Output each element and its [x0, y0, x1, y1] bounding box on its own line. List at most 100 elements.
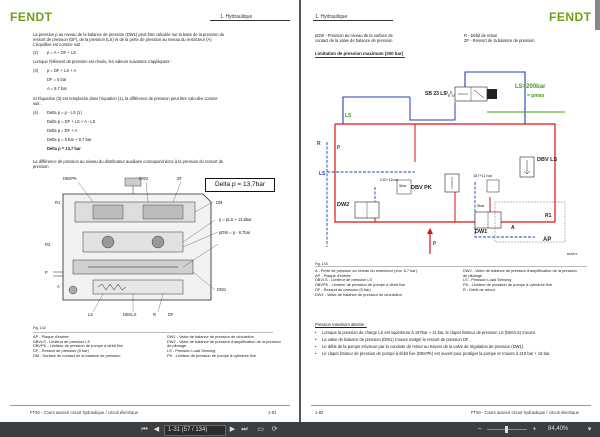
legend-left-column: AP - Plaque d'entrée DBVLS - Limiteur de… [33, 334, 158, 359]
page-number: 1-81 [268, 410, 277, 415]
valve-drawing [53, 177, 219, 313]
label-p: P [45, 270, 48, 275]
valve-section-figure: Delta p = 13,7bar DBVPK DW2 ZF R1 DM p =… [33, 172, 279, 322]
label-df: DF [168, 312, 174, 317]
label-dw2: DW2 [139, 176, 149, 181]
label-ap: AP [543, 237, 552, 243]
previous-page-button[interactable]: ◀ [152, 425, 161, 434]
drawing-reference: B18873 [567, 252, 578, 256]
paragraph-line: Si l'équation (3) est remplacée dans l'é… [33, 96, 218, 101]
zoom-in-button[interactable]: + [530, 425, 539, 434]
bullet-text: Le débit de la pompe s'évacue par la con… [322, 344, 525, 349]
max-pressure-heading: Pression maximum atteinte : [315, 322, 367, 327]
value-line: DF = 5 bar [47, 77, 67, 82]
zoom-level: 84,40% [548, 426, 569, 432]
header-rule [210, 20, 290, 21]
page-number: 1-82 [315, 410, 324, 415]
fendt-logo: FENDT [549, 10, 592, 24]
label-pdw: pDW = p - 8,7bar [219, 230, 251, 235]
heading-underline [315, 57, 405, 58]
label-sb23ls: SB 23 LS [425, 91, 447, 97]
hydraulic-schematic: SB 23 LS LS=200bar = pmax LS R P DBV LS … [315, 62, 585, 262]
label-dw2: DW2 [337, 202, 350, 208]
equation: Delta p = DF + A [47, 128, 78, 133]
equation-number: (3) [33, 68, 39, 73]
header-rule [313, 20, 393, 21]
legend-line: ZF - Ressort de la balance de pression [464, 38, 535, 43]
fendt-logo: FENDT [10, 10, 53, 24]
legend-left-column: A - Perte de pression au niveau du restr… [315, 268, 450, 297]
bullet-item: • Lorsque la pression de charge LS est su… [315, 330, 537, 335]
label-210bar: 210+11bar [380, 178, 398, 182]
label-r: R [153, 312, 156, 317]
equation: Delta p = p - LS (1) [47, 110, 82, 115]
left-page: FENDT 1. Hydraulique La pression p au ni… [0, 0, 299, 422]
label-ls-200bar: LS=200bar [515, 84, 546, 90]
label-ls: LS [88, 312, 94, 317]
equation: p = A + DF + LS [47, 50, 77, 55]
rotate-icon[interactable]: ⟳ [270, 425, 279, 434]
legend-line: contact de la valve de balance de pressi… [315, 38, 393, 43]
bullet-item: • La valve de balance de pression (DW1) s… [315, 337, 470, 342]
label-5bar-dw1: 5bar [477, 204, 485, 208]
label-r: R [317, 141, 321, 147]
label-zf: ZF [177, 176, 183, 181]
equation-number: (2) [33, 50, 39, 55]
label-dw1: DW1 [217, 287, 227, 292]
equation: Delta p = 5 bar + 8,7 bar [47, 137, 92, 142]
label-dbv-ls: DBV LS [537, 157, 558, 163]
legend-item: DM - Surface de contact de la balance de… [33, 352, 121, 358]
bullet-text: Lorsque la pression de charge LS est sup… [322, 330, 537, 335]
bullet-text: Le clapet limiteur de pression de pompe … [322, 351, 551, 356]
bullet-text: La valve de balance de pression (DW1) s'… [322, 337, 470, 342]
label-r1: R1 [55, 200, 61, 205]
footer-rule [10, 405, 290, 406]
first-page-button[interactable]: ⏮ [140, 425, 149, 434]
pdf-viewer-toolbar: ⏮ ◀ 1-31 (57 / 134) ▶ ⏭ ▭ ⟳ − + 84,40% ▾ [0, 422, 600, 437]
label-dbvpk: DBVPK [63, 176, 77, 181]
last-page-button[interactable]: ⏭ [240, 425, 249, 434]
paragraph-line: pression [33, 164, 49, 169]
paragraph-line: L'équilibre est comme suit : [33, 42, 83, 47]
legend-right-column: DW2 - Valve de balance de pression d'amp… [463, 268, 581, 293]
zoom-slider-handle[interactable] [505, 426, 508, 433]
paragraph-line: suit : [33, 101, 42, 106]
next-page-button[interactable]: ▶ [228, 425, 237, 434]
right-page: 1. Hydraulique FENDT pDW - Pression au n… [301, 0, 600, 422]
zoom-menu-icon[interactable]: ▾ [585, 425, 594, 434]
paragraph-line: La différence de pression au niveau du d… [33, 159, 224, 164]
page-number-field[interactable]: 1-31 (57 / 134) [164, 425, 226, 436]
legend-right-column: DW1 - Valve de balance de pression de ci… [167, 334, 282, 359]
page-indicator: 1-31 (57 / 134) [168, 427, 208, 433]
label-ls: LS [345, 113, 352, 119]
paragraph-line: Lorsque l'élément de pression est résolu… [33, 59, 172, 64]
value-line: A = 8,7 bar [47, 86, 67, 91]
label-5bar: 5bar [399, 184, 407, 188]
label-r1: R1 [545, 213, 552, 219]
label-a: A [57, 284, 60, 289]
label-187bar: 187+11 bar [473, 174, 493, 178]
equation: Delta p = DF + LS + A - LS [47, 119, 96, 124]
legend-item: PK - Limiteur de pression de pompe à cyl… [167, 352, 257, 358]
footer-title: FT50 - Cours avancé circuit hydraulique … [30, 410, 138, 415]
label-ls-2: LS [319, 171, 326, 177]
label-a: A [511, 225, 515, 231]
footer-rule [311, 405, 591, 406]
label-p: P [337, 145, 341, 151]
legend-item: DW1 - Valve de balance de pression de ci… [315, 291, 402, 297]
fit-page-icon[interactable]: ▭ [256, 425, 265, 434]
figure-rule [315, 266, 587, 267]
label-dm: DM [216, 200, 223, 205]
label-dbvls: DBVLS [123, 312, 137, 317]
label-r2: R2 [45, 242, 51, 247]
zoom-out-button[interactable]: − [475, 425, 484, 434]
figure-number: Fig. 142 [33, 326, 46, 330]
scrollbar-thumb[interactable] [595, 0, 600, 30]
equation-result: Delta p = 13,7 bar [47, 146, 81, 151]
footer-title: FT50 - Cours avancé circuit hydraulique … [471, 410, 579, 415]
label-dbv-pk: DBV PK [411, 185, 432, 191]
legend-item: R - Débit de retour [463, 286, 496, 292]
bullet-item: • Le clapet limiteur de pression de pompe… [315, 351, 551, 356]
label-p-ls: p = pLS + 13,5bar [219, 217, 252, 222]
bullet-item: • Le débit de la pompe s'évacue par la co… [315, 344, 525, 349]
